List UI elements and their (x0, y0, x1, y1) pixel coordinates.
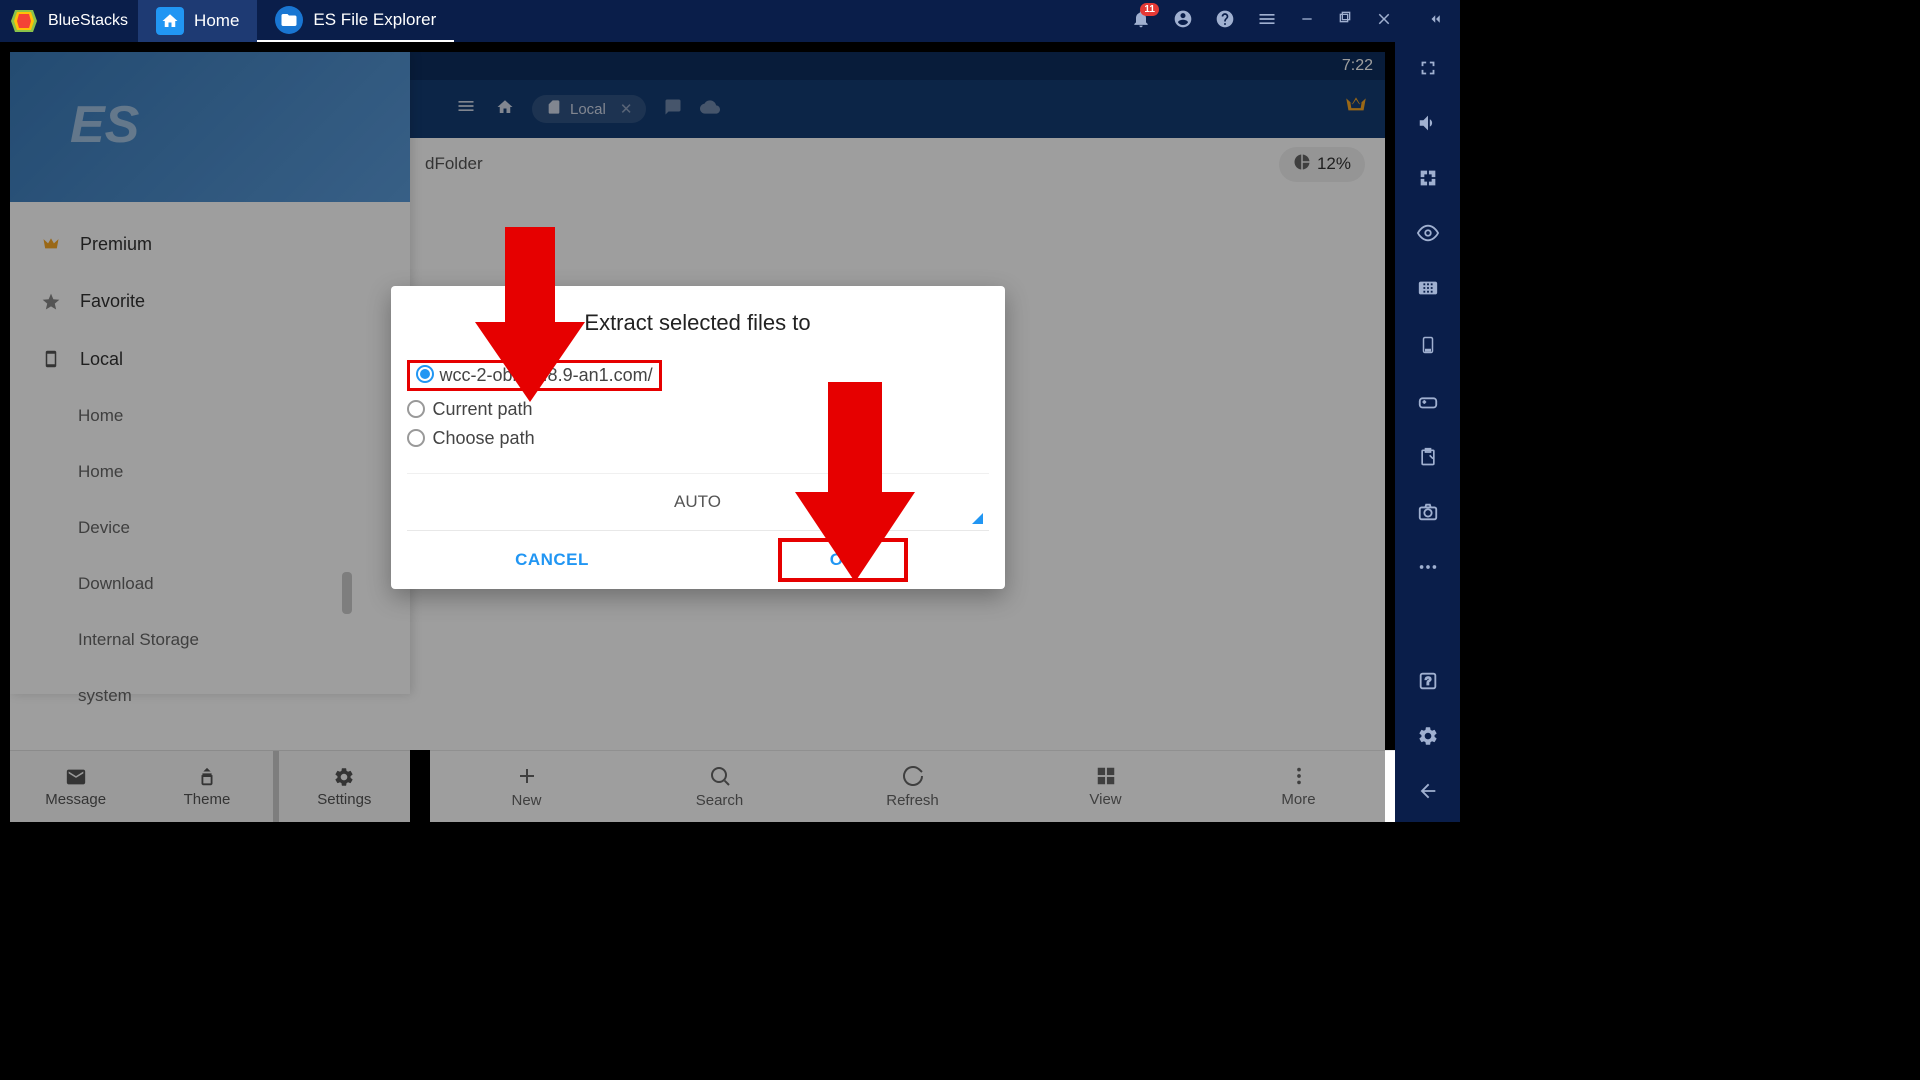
bluestacks-side-toolbar: ? (1395, 42, 1460, 822)
menu-icon[interactable] (1257, 9, 1277, 34)
tab-home-label: Home (194, 11, 239, 31)
bluestacks-logo-icon (8, 5, 40, 37)
account-icon[interactable] (1173, 9, 1193, 34)
annotation-arrow-2 (795, 382, 915, 582)
radio-icon (407, 400, 425, 418)
more-horizontal-icon[interactable] (1417, 556, 1439, 583)
dropdown-indicator-icon (972, 513, 983, 524)
android-app-viewport: 7:22 Local ✕ dFolder 12% (0, 42, 1395, 822)
es-app-icon (275, 6, 303, 34)
notification-badge: 11 (1140, 3, 1159, 16)
modal-overlay: Extract selected files to wcc-2-obb_2.8.… (10, 52, 1385, 822)
radio-icon (416, 365, 434, 383)
titlebar: BlueStacks Home ES File Explorer 11 (0, 0, 1460, 42)
svg-text:?: ? (1424, 676, 1430, 688)
keyboard-icon[interactable] (1417, 277, 1439, 304)
minimize-icon[interactable] (1299, 11, 1315, 32)
gamepad-icon[interactable] (1417, 391, 1439, 418)
collapse-sidebar-icon[interactable] (1427, 10, 1445, 33)
cancel-button[interactable]: CANCEL (407, 531, 698, 589)
tab-es-file-explorer[interactable]: ES File Explorer (257, 0, 454, 42)
eye-icon[interactable] (1417, 222, 1439, 249)
tab-home[interactable]: Home (138, 0, 257, 42)
app-name: BlueStacks (48, 12, 128, 30)
tab-es-label: ES File Explorer (313, 10, 436, 30)
home-icon (156, 7, 184, 35)
volume-icon[interactable] (1417, 112, 1439, 139)
titlebar-controls: 11 (1131, 9, 1460, 34)
help-box-icon[interactable]: ? (1417, 670, 1439, 697)
camera-icon[interactable] (1417, 501, 1439, 528)
encoding-label: AUTO (674, 492, 721, 511)
close-icon[interactable] (1375, 10, 1393, 33)
clipboard-icon[interactable] (1418, 446, 1438, 473)
button-label: CANCEL (515, 550, 589, 570)
notifications-icon[interactable]: 11 (1131, 9, 1151, 34)
maximize-icon[interactable] (1337, 11, 1353, 32)
help-icon[interactable] (1215, 9, 1235, 34)
fullscreen-icon[interactable] (1417, 57, 1439, 84)
lock-rotation-icon[interactable] (1417, 167, 1439, 194)
radio-icon (407, 429, 425, 447)
settings-gear-icon[interactable] (1417, 725, 1439, 752)
location-icon[interactable] (1419, 332, 1437, 363)
annotation-arrow-1 (475, 227, 585, 402)
radio-label: Choose path (433, 428, 535, 449)
back-arrow-icon[interactable] (1417, 780, 1439, 807)
